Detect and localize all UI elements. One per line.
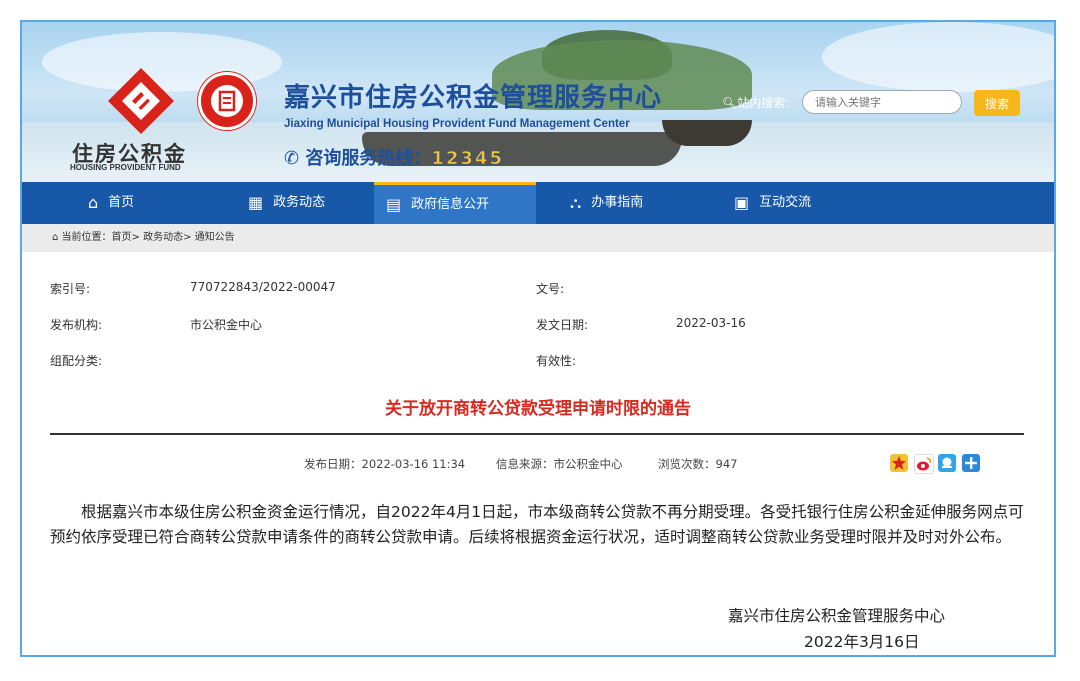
publisher-value: 市公积金中心 (190, 318, 263, 332)
nav-item-label: 政务动态 (273, 195, 326, 210)
document-icon: ▣ (734, 193, 750, 212)
guide-icon: ⛬ (570, 193, 582, 212)
nav-item-label: 互动交流 (759, 195, 812, 210)
weibo-icon[interactable] (914, 454, 934, 474)
monitor-icon: ▤ (386, 194, 402, 214)
info-source: 信息来源：市公积金中心 (496, 457, 623, 471)
site-title: 嘉兴市住房公积金管理服务中心 (284, 83, 663, 113)
favorite-icon[interactable] (890, 454, 908, 472)
signature: 嘉兴市住房公积金管理服务中心 (728, 607, 946, 625)
search-label: 🔍︎站内搜索: (722, 96, 790, 110)
article-title: 关于放开商转公贷款受理申请时限的通告 (385, 399, 691, 419)
breadcrumb-text[interactable]: 当前位置：首页> 政务动态> 通知公告 (62, 232, 235, 243)
category-label: 组配分类: (50, 354, 103, 368)
nav-item-home[interactable]: ⌂ 首页 (88, 182, 134, 224)
nav-item-government-news[interactable]: ▦ 政务动态 (248, 182, 325, 224)
small-boat-scenery (662, 120, 752, 146)
hotline-number: 12345 (431, 148, 504, 170)
sign-date: 2022年3月16日 (804, 633, 920, 651)
main-nav: ⌂ 首页 ▦ 政务动态 ▤ 政府信息公开 ⛬ 办事指南 ▣ 互动交流 (22, 182, 1054, 224)
article-body: 根据嘉兴市本级住房公积金资金运行情况，自2022年4月1日起，市本级商转公贷款不… (50, 503, 1024, 546)
search-icon: 🔍︎ (722, 96, 738, 110)
hotline-label: 咨询服务热线： (305, 148, 432, 169)
location-icon: ⌂ (52, 232, 62, 243)
grid-icon: ▦ (248, 193, 264, 212)
nav-item-label: 政府信息公开 (411, 196, 490, 212)
index-label: 索引号: (50, 282, 91, 296)
logo-subtext: HOUSING PROVIDENT FUND (70, 163, 181, 172)
qq-icon[interactable] (938, 454, 956, 472)
view-count: 浏览次数：947 (658, 457, 738, 471)
doc-number-label: 文号: (536, 282, 565, 296)
center-seal-icon (198, 72, 256, 130)
issue-date-label: 发文日期: (536, 318, 589, 332)
page-frame: 住房公积金 HOUSING PROVIDENT FUND 嘉兴市住房公积金管理服… (20, 20, 1056, 657)
nav-item-interaction[interactable]: ▣ 互动交流 (734, 182, 811, 224)
title-divider (50, 433, 1024, 435)
validity-label: 有效性: (536, 354, 577, 368)
publish-date: 发布日期：2022-03-16 11:34 (304, 457, 466, 471)
more-share-icon[interactable] (962, 454, 980, 472)
nav-item-label: 办事指南 (591, 195, 644, 210)
nav-item-label: 首页 (108, 195, 135, 210)
site-title-english: Jiaxing Municipal Housing Provident Fund… (284, 118, 630, 130)
index-value: 770722843/2022-00047 (190, 280, 336, 294)
housing-fund-logo-icon[interactable] (106, 66, 176, 136)
search-input[interactable] (802, 90, 962, 114)
site-header: 住房公积金 HOUSING PROVIDENT FUND 嘉兴市住房公积金管理服… (22, 22, 1054, 182)
search-button[interactable]: 搜索 (974, 90, 1020, 116)
hotline: ✆ 咨询服务热线：12345 (284, 144, 504, 170)
nav-item-info-disclosure[interactable]: ▤ 政府信息公开 (374, 182, 536, 224)
issue-date-value: 2022-03-16 (676, 316, 746, 330)
nav-item-service-guide[interactable]: ⛬ 办事指南 (570, 182, 643, 224)
phone-icon: ✆ (284, 148, 306, 169)
breadcrumb: ⌂ 当前位置：首页> 政务动态> 通知公告 (22, 224, 1054, 252)
publisher-label: 发布机构: (50, 318, 103, 332)
home-icon: ⌂ (88, 193, 99, 212)
